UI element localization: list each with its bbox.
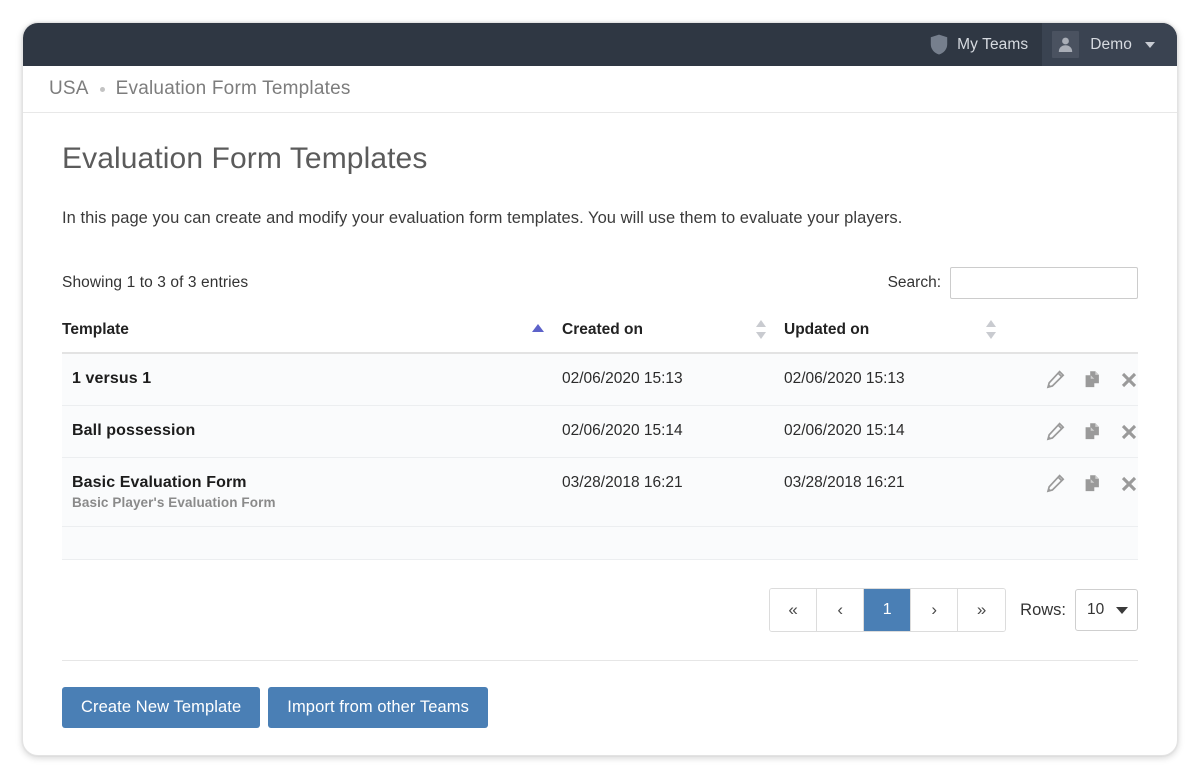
import-from-other-teams-button[interactable]: Import from other Teams: [268, 687, 488, 728]
column-header-template-label: Template: [62, 321, 129, 338]
user-avatar-icon: [1052, 31, 1080, 58]
pagination-next-button[interactable]: ›: [911, 589, 959, 631]
template-name: Ball possession: [72, 422, 196, 439]
breadcrumb: USA Evaluation Form Templates: [23, 66, 1177, 113]
sort-unsorted-icon: [756, 320, 766, 339]
page-description: In this page you can create and modify y…: [62, 209, 903, 227]
pencil-icon[interactable]: [1046, 422, 1065, 441]
search-label: Search:: [887, 274, 941, 291]
column-header-template[interactable]: Template: [62, 317, 562, 354]
table-spacer-row: [62, 526, 1138, 560]
copy-icon[interactable]: [1083, 370, 1102, 389]
footer-actions: Create New Template Import from other Te…: [62, 687, 1159, 728]
search-input[interactable]: [950, 267, 1138, 299]
column-header-updated-on-label: Updated on: [784, 321, 870, 338]
column-header-created-on[interactable]: Created on: [562, 317, 784, 354]
breadcrumb-root[interactable]: USA: [49, 78, 89, 100]
sort-unsorted-icon: [986, 320, 996, 339]
nav-my-teams[interactable]: My Teams: [916, 23, 1042, 66]
cell-template: Basic Evaluation Form Basic Player's Eval…: [62, 457, 562, 527]
rows-per-page-label: Rows:: [1020, 600, 1066, 619]
column-header-updated-on[interactable]: Updated on: [784, 317, 1014, 354]
table-row[interactable]: Basic Evaluation Form Basic Player's Eval…: [62, 457, 1138, 527]
page-body: Evaluation Form Templates In this page y…: [23, 142, 1177, 728]
showing-entries-info: Showing 1 to 3 of 3 entries: [62, 274, 249, 291]
breadcrumb-current: Evaluation Form Templates: [115, 78, 351, 99]
template-name: 1 versus 1: [72, 370, 152, 387]
column-header-actions: [1014, 317, 1138, 354]
top-navbar: My Teams Demo: [23, 23, 1177, 66]
cell-updated-on: 02/06/2020 15:13: [784, 353, 1014, 406]
create-new-template-button[interactable]: Create New Template: [62, 687, 261, 728]
pagination-page-1[interactable]: 1: [864, 589, 912, 631]
table-header-row: Template Created on Updated on: [62, 317, 1138, 354]
page-title: Evaluation Form Templates: [62, 142, 428, 175]
chevron-down-icon: [1116, 606, 1128, 614]
pagination-prev-button[interactable]: ‹: [817, 589, 865, 631]
table-head: Template Created on Updated on: [62, 317, 1138, 354]
cell-template: Ball possession: [62, 405, 562, 458]
close-x-icon[interactable]: [1120, 475, 1138, 493]
nav-my-teams-label: My Teams: [957, 35, 1029, 53]
table-spacer-cell: [62, 526, 1138, 560]
app-window-card: My Teams Demo USA Evaluation Form Templa…: [22, 22, 1178, 756]
sort-ascending-icon: [532, 324, 544, 332]
cell-created-on: 03/28/2018 16:21: [562, 457, 784, 527]
cell-created-on: 02/06/2020 15:14: [562, 405, 784, 458]
chevron-down-icon: [1145, 41, 1155, 48]
cell-updated-on: 03/28/2018 16:21: [784, 457, 1014, 527]
shield-icon: [930, 34, 948, 55]
pagination-first-button[interactable]: «: [770, 589, 818, 631]
screenshot-root: My Teams Demo USA Evaluation Form Templa…: [0, 0, 1200, 778]
cell-created-on: 02/06/2020 15:13: [562, 353, 784, 406]
column-header-created-on-label: Created on: [562, 321, 643, 338]
template-name: Basic Evaluation Form: [72, 474, 247, 491]
template-subtitle: Basic Player's Evaluation Form: [72, 495, 276, 510]
templates-table-area: Showing 1 to 3 of 3 entries Search: Temp…: [62, 266, 1138, 661]
pagination-controls: « ‹ 1 › »: [769, 588, 1007, 632]
pagination-row: « ‹ 1 › » Rows: 10: [62, 588, 1138, 661]
close-x-icon[interactable]: [1120, 371, 1138, 389]
nav-user-menu[interactable]: Demo: [1042, 23, 1177, 66]
rows-per-page-value: 10: [1087, 601, 1105, 618]
cell-actions: [1014, 457, 1138, 527]
pagination-last-button[interactable]: »: [958, 589, 1006, 631]
close-x-icon[interactable]: [1120, 423, 1138, 441]
copy-icon[interactable]: [1083, 474, 1102, 493]
table-row[interactable]: 1 versus 1 02/06/2020 15:13 02/06/2020 15:…: [62, 353, 1138, 406]
cell-updated-on: 02/06/2020 15:14: [784, 405, 1014, 458]
search-control: Search:: [888, 267, 1138, 299]
rows-per-page-select[interactable]: 10: [1075, 589, 1138, 631]
copy-icon[interactable]: [1083, 422, 1102, 441]
nav-user-label: Demo: [1090, 35, 1132, 53]
breadcrumb-separator-icon: [99, 86, 105, 92]
table-row[interactable]: Ball possession 02/06/2020 15:14 02/06/202…: [62, 405, 1138, 458]
pencil-icon[interactable]: [1046, 474, 1065, 493]
table-toolbar: Showing 1 to 3 of 3 entries Search:: [62, 266, 1138, 300]
templates-table: Template Created on Updated on 1 versus …: [62, 317, 1138, 560]
rows-per-page-control: Rows: 10: [1020, 589, 1138, 631]
pencil-icon[interactable]: [1046, 370, 1065, 389]
cell-template: 1 versus 1: [62, 353, 562, 406]
table-body: 1 versus 1 02/06/2020 15:13 02/06/2020 15:…: [62, 353, 1138, 560]
cell-actions: [1014, 353, 1138, 406]
cell-actions: [1014, 405, 1138, 458]
